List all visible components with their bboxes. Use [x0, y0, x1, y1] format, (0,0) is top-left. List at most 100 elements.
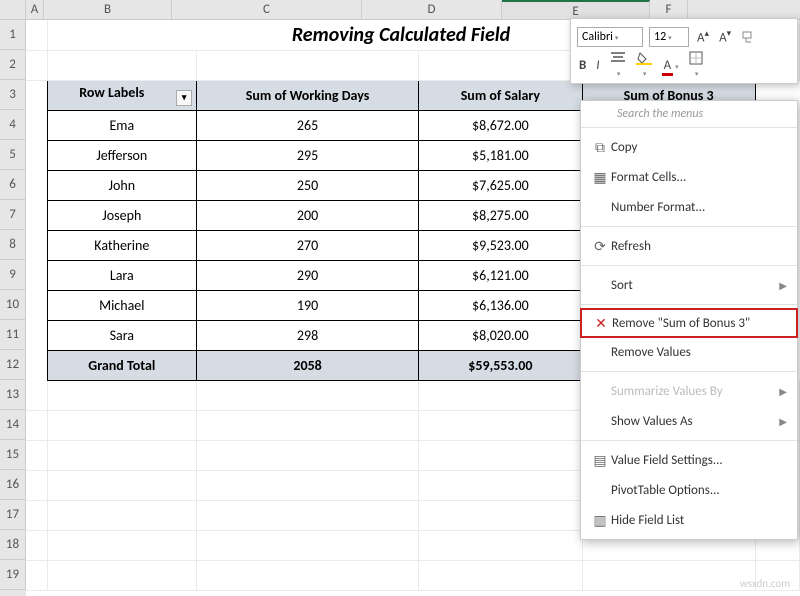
cell-name[interactable]: Michael: [47, 290, 197, 320]
menu-summarize-values: Summarize Values By▶: [581, 376, 797, 406]
submenu-arrow-icon: ▶: [779, 385, 787, 398]
field-list-icon: ▥: [589, 512, 611, 529]
total-days[interactable]: 2058: [197, 350, 419, 380]
cell-name[interactable]: Lara: [47, 260, 197, 290]
menu-pivottable-options[interactable]: PivotTable Options...: [581, 475, 797, 505]
font-name: Calibri: [582, 30, 613, 44]
cell-salary[interactable]: $9,523.00: [419, 230, 583, 260]
row-header-4[interactable]: 4: [0, 110, 26, 140]
col-header-b[interactable]: B: [44, 0, 172, 19]
cell-salary[interactable]: $6,136.00: [419, 290, 583, 320]
cell-salary[interactable]: $8,020.00: [419, 320, 583, 350]
font-select[interactable]: Calibri▾: [577, 27, 643, 47]
menu-remove-field[interactable]: ✕Remove "Sum of Bonus 3": [580, 308, 798, 338]
decrease-font-button[interactable]: A▾: [717, 28, 733, 45]
total-salary[interactable]: $59,553.00: [419, 350, 583, 380]
cell-name[interactable]: Joseph: [47, 200, 197, 230]
menu-copy[interactable]: ⧉Copy: [581, 132, 797, 162]
menu-show-as-label: Show Values As: [611, 414, 775, 429]
font-color-button[interactable]: A▾: [660, 58, 681, 73]
row-headers: 1 2 3 4 5 6 7 8 9 10 11 12 13 14 15 16 1…: [0, 20, 26, 596]
row-header-12[interactable]: 12: [0, 350, 26, 380]
row-header-13[interactable]: 13: [0, 380, 26, 410]
menu-remove-values[interactable]: Remove Values: [581, 337, 797, 367]
cell-days[interactable]: 200: [197, 200, 419, 230]
header-working-days[interactable]: Sum of Working Days: [197, 80, 419, 110]
menu-show-values-as[interactable]: Show Values As ▶: [581, 406, 797, 436]
menu-refresh[interactable]: ⟳Refresh: [581, 231, 797, 261]
menu-sort[interactable]: Sort ▶: [581, 270, 797, 300]
menu-value-field-settings[interactable]: ▤Value Field Settings...: [581, 445, 797, 475]
cell-name[interactable]: Ema: [47, 110, 197, 140]
borders-button[interactable]: ▾: [687, 51, 705, 80]
row-header-14[interactable]: 14: [0, 410, 26, 440]
cell-name[interactable]: Sara: [47, 320, 197, 350]
submenu-arrow-icon: ▶: [779, 279, 787, 292]
header-row-labels[interactable]: Row Labels ▾: [47, 80, 197, 110]
chevron-down-icon: ▾: [675, 62, 679, 71]
menu-field-settings-label: Value Field Settings...: [611, 453, 787, 468]
col-header-e[interactable]: E: [502, 0, 650, 19]
row-header-15[interactable]: 15: [0, 440, 26, 470]
filter-dropdown-icon[interactable]: ▾: [176, 90, 192, 106]
menu-remove-values-label: Remove Values: [611, 345, 787, 360]
cell-salary[interactable]: $8,275.00: [419, 200, 583, 230]
cell-salary[interactable]: $8,672.00: [419, 110, 583, 140]
row-header-3[interactable]: 3: [0, 80, 26, 110]
col-header-c[interactable]: C: [172, 0, 362, 19]
col-header-d[interactable]: D: [362, 0, 502, 19]
cell-salary[interactable]: $7,625.00: [419, 170, 583, 200]
row-header-16[interactable]: 16: [0, 470, 26, 500]
header-row-labels-text: Row Labels: [79, 84, 144, 101]
col-header-a[interactable]: A: [26, 0, 44, 19]
menu-copy-label: Copy: [611, 140, 787, 155]
cell-days[interactable]: 265: [197, 110, 419, 140]
format-cells-icon: ▦: [589, 169, 611, 186]
bold-button[interactable]: B: [577, 58, 588, 73]
row-header-5[interactable]: 5: [0, 140, 26, 170]
delete-icon: ✕: [590, 315, 612, 332]
cell-days[interactable]: 298: [197, 320, 419, 350]
menu-refresh-label: Refresh: [611, 239, 787, 254]
menu-search[interactable]: Search the menus: [617, 107, 787, 121]
font-size-select[interactable]: 12▾: [649, 27, 689, 47]
row-header-6[interactable]: 6: [0, 170, 26, 200]
row-header-19[interactable]: 19: [0, 560, 26, 590]
row-header-17[interactable]: 17: [0, 500, 26, 530]
row-header-2[interactable]: 2: [0, 50, 26, 80]
cell-name[interactable]: Katherine: [47, 230, 197, 260]
menu-sort-label: Sort: [611, 278, 775, 293]
cell-salary[interactable]: $5,181.00: [419, 140, 583, 170]
cell-days[interactable]: 295: [197, 140, 419, 170]
cell-days[interactable]: 190: [197, 290, 419, 320]
mini-toolbar: Calibri▾ 12▾ A▴ A▾ B I ▾ ▾ A▾ ▾: [570, 18, 798, 84]
menu-number-format-label: Number Format...: [611, 200, 787, 215]
italic-button[interactable]: I: [594, 58, 601, 73]
format-painter-icon[interactable]: [739, 30, 757, 44]
select-all-corner[interactable]: [0, 0, 26, 19]
cell-name[interactable]: Jefferson: [47, 140, 197, 170]
menu-hide-field-list[interactable]: ▥Hide Field List: [581, 505, 797, 535]
cell-name[interactable]: John: [47, 170, 197, 200]
menu-remove-field-label: Remove "Sum of Bonus 3": [612, 316, 786, 331]
increase-font-button[interactable]: A▴: [695, 28, 711, 45]
row-header-10[interactable]: 10: [0, 290, 26, 320]
row-header-18[interactable]: 18: [0, 530, 26, 560]
cell-days[interactable]: 290: [197, 260, 419, 290]
cell-days[interactable]: 250: [197, 170, 419, 200]
menu-format-cells[interactable]: ▦Format Cells...: [581, 162, 797, 192]
col-header-f[interactable]: F: [650, 0, 688, 19]
menu-number-format[interactable]: Number Format...: [581, 192, 797, 222]
row-header-11[interactable]: 11: [0, 320, 26, 350]
header-salary[interactable]: Sum of Salary: [419, 80, 583, 110]
cell-days[interactable]: 270: [197, 230, 419, 260]
row-header-7[interactable]: 7: [0, 200, 26, 230]
cell-salary[interactable]: $6,121.00: [419, 260, 583, 290]
row-header-1[interactable]: 1: [0, 20, 26, 50]
row-header-9[interactable]: 9: [0, 260, 26, 290]
align-center-button[interactable]: ▾: [608, 51, 628, 80]
submenu-arrow-icon: ▶: [779, 415, 787, 428]
total-label[interactable]: Grand Total: [47, 350, 197, 380]
fill-color-button[interactable]: ▾: [634, 51, 654, 80]
row-header-8[interactable]: 8: [0, 230, 26, 260]
